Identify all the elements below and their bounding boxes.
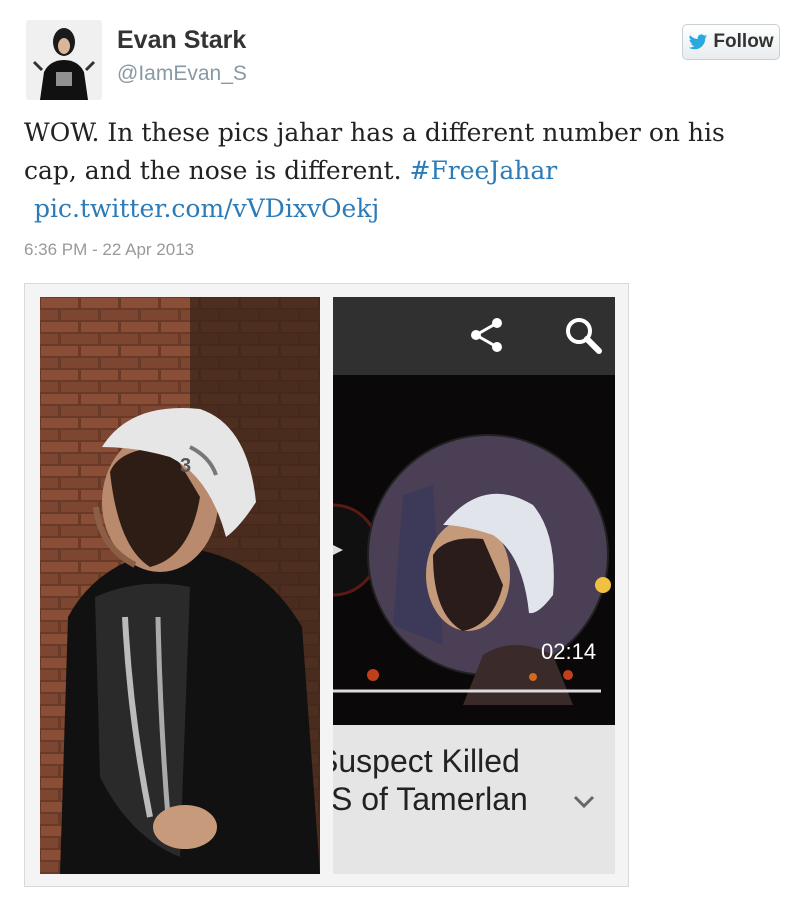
twitter-bird-icon [689,33,708,49]
caption-line-2: S of Tamerlan [333,781,528,817]
video-player[interactable]: 02:14 [333,375,615,725]
photo-left-image: 3 [40,297,320,874]
suspect-photo-left[interactable]: 3 [40,297,320,874]
app-toolbar [333,297,615,375]
video-frame-image [333,375,615,725]
article-caption[interactable]: Suspect Killed S of Tamerlan [333,725,615,874]
follow-label: Follow [713,31,774,52]
news-app-screenshot[interactable]: 02:14 Suspect Killed S of Tamerlan [333,297,615,874]
tweet-timestamp[interactable]: 6:36 PM - 22 Apr 2013 [24,240,194,260]
avatar[interactable] [26,20,102,100]
user-avatar-photo [26,20,102,100]
share-icon[interactable] [467,315,507,355]
svg-text:3: 3 [180,455,191,477]
pic-link[interactable]: pic.twitter.com/vVDixvOekj [34,190,379,228]
display-name[interactable]: Evan Stark [117,26,246,55]
tweet-text-body: WOW. In these pics jahar has a different… [24,118,725,185]
video-time: 02:14 [541,639,597,664]
follow-button[interactable]: Follow [682,24,780,60]
caption-line-1: Suspect Killed [333,743,520,779]
hashtag-link[interactable]: #FreeJahar [410,156,558,185]
user-handle[interactable]: @IamEvan_S [117,62,247,86]
search-icon[interactable] [563,315,603,355]
tweet-text: WOW. In these pics jahar has a different… [24,114,764,190]
chevron-down-icon[interactable] [569,791,599,811]
